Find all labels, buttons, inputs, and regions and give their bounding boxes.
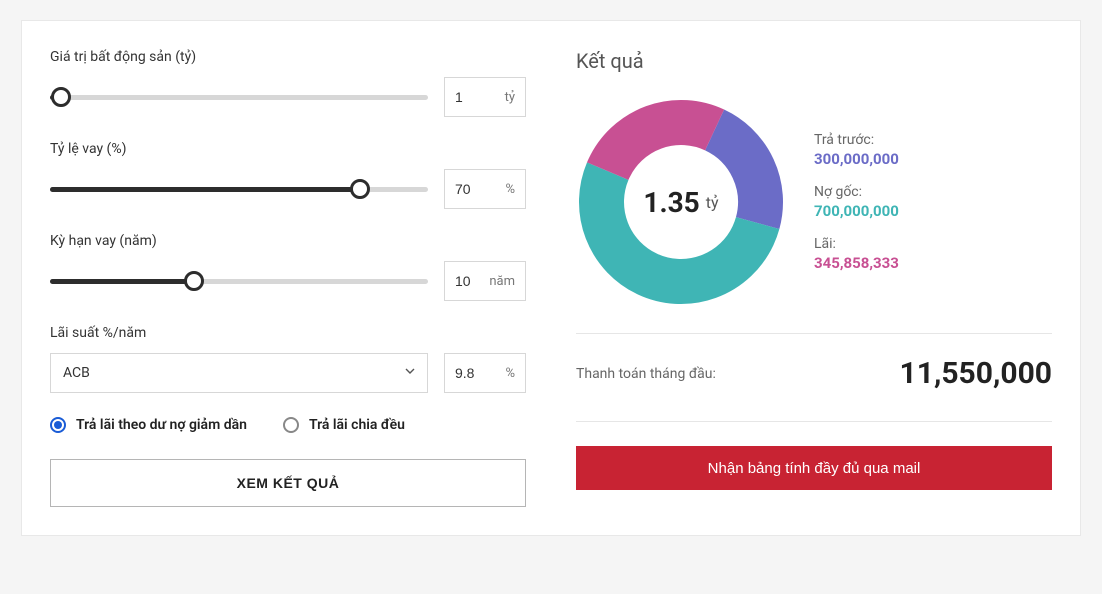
calculator-container: Giá trị bất động sản (tỷ) tỷ Tỷ lệ vay (…	[21, 20, 1081, 536]
bank-select[interactable]: ACB	[50, 353, 428, 393]
loan-ratio-label: Tỷ lệ vay (%)	[50, 141, 526, 157]
radio-equal-label: Trả lãi chia đều	[309, 417, 405, 433]
property-value-slider[interactable]	[50, 87, 428, 107]
legend-interest-label: Lãi:	[814, 236, 899, 252]
property-value-field: Giá trị bất động sản (tỷ) tỷ	[50, 49, 526, 117]
bank-select-value: ACB	[63, 365, 90, 381]
property-value-label: Giá trị bất động sản (tỷ)	[50, 49, 526, 65]
property-value-input[interactable]	[455, 89, 499, 105]
legend-upfront-value: 300,000,000	[814, 150, 899, 168]
result-panel: Kết quả 1.35 tỷ Trả trước:	[566, 49, 1052, 507]
loan-ratio-field: Tỷ lệ vay (%) %	[50, 141, 526, 209]
form-panel: Giá trị bất động sản (tỷ) tỷ Tỷ lệ vay (…	[50, 49, 536, 507]
donut-total-unit: tỷ	[706, 193, 719, 212]
radio-declining-balance[interactable]: Trả lãi theo dư nợ giảm dần	[50, 417, 247, 433]
property-value-unit: tỷ	[505, 90, 515, 105]
loan-term-label: Kỳ hạn vay (năm)	[50, 233, 526, 249]
interest-rate-input[interactable]	[455, 365, 499, 381]
radio-checked-icon	[50, 417, 66, 433]
loan-term-slider[interactable]	[50, 271, 428, 291]
first-month-label: Thanh toán tháng đầu:	[576, 366, 716, 382]
legend-interest: Lãi: 345,858,333	[814, 236, 899, 272]
loan-term-input[interactable]	[455, 273, 483, 289]
radio-declining-label: Trả lãi theo dư nợ giảm dần	[76, 417, 247, 433]
result-title: Kết quả	[576, 49, 1052, 73]
first-month-value: 11,550,000	[900, 356, 1052, 391]
legend-principal: Nợ gốc: 700,000,000	[814, 184, 899, 220]
result-body: 1.35 tỷ Trả trước: 300,000,000 Nợ gốc: 7…	[576, 97, 1052, 334]
loan-ratio-unit: %	[505, 182, 515, 197]
first-month-row: Thanh toán tháng đầu: 11,550,000	[576, 334, 1052, 422]
legend-interest-value: 345,858,333	[814, 254, 899, 272]
donut-total-value: 1.35	[643, 186, 699, 219]
chevron-down-icon	[405, 368, 415, 378]
interest-rate-field: Lãi suất %/năm ACB %	[50, 325, 526, 393]
loan-ratio-input[interactable]	[455, 181, 499, 197]
loan-term-unit: năm	[489, 274, 515, 289]
donut-chart: 1.35 tỷ	[576, 97, 786, 307]
interest-rate-label: Lãi suất %/năm	[50, 325, 526, 341]
radio-unchecked-icon	[283, 417, 299, 433]
radio-equal-payment[interactable]: Trả lãi chia đều	[283, 417, 405, 433]
legend-upfront: Trả trước: 300,000,000	[814, 132, 899, 168]
legend-principal-label: Nợ gốc:	[814, 184, 899, 200]
result-legend: Trả trước: 300,000,000 Nợ gốc: 700,000,0…	[814, 132, 899, 272]
legend-principal-value: 700,000,000	[814, 202, 899, 220]
mail-button[interactable]: Nhận bảng tính đầy đủ qua mail	[576, 446, 1052, 490]
loan-term-field: Kỳ hạn vay (năm) năm	[50, 233, 526, 301]
interest-rate-unit: %	[505, 366, 515, 381]
legend-upfront-label: Trả trước:	[814, 132, 899, 148]
loan-ratio-slider[interactable]	[50, 179, 428, 199]
payment-type-radios: Trả lãi theo dư nợ giảm dần Trả lãi chia…	[50, 417, 526, 433]
view-result-button[interactable]: XEM KẾT QUẢ	[50, 459, 526, 507]
